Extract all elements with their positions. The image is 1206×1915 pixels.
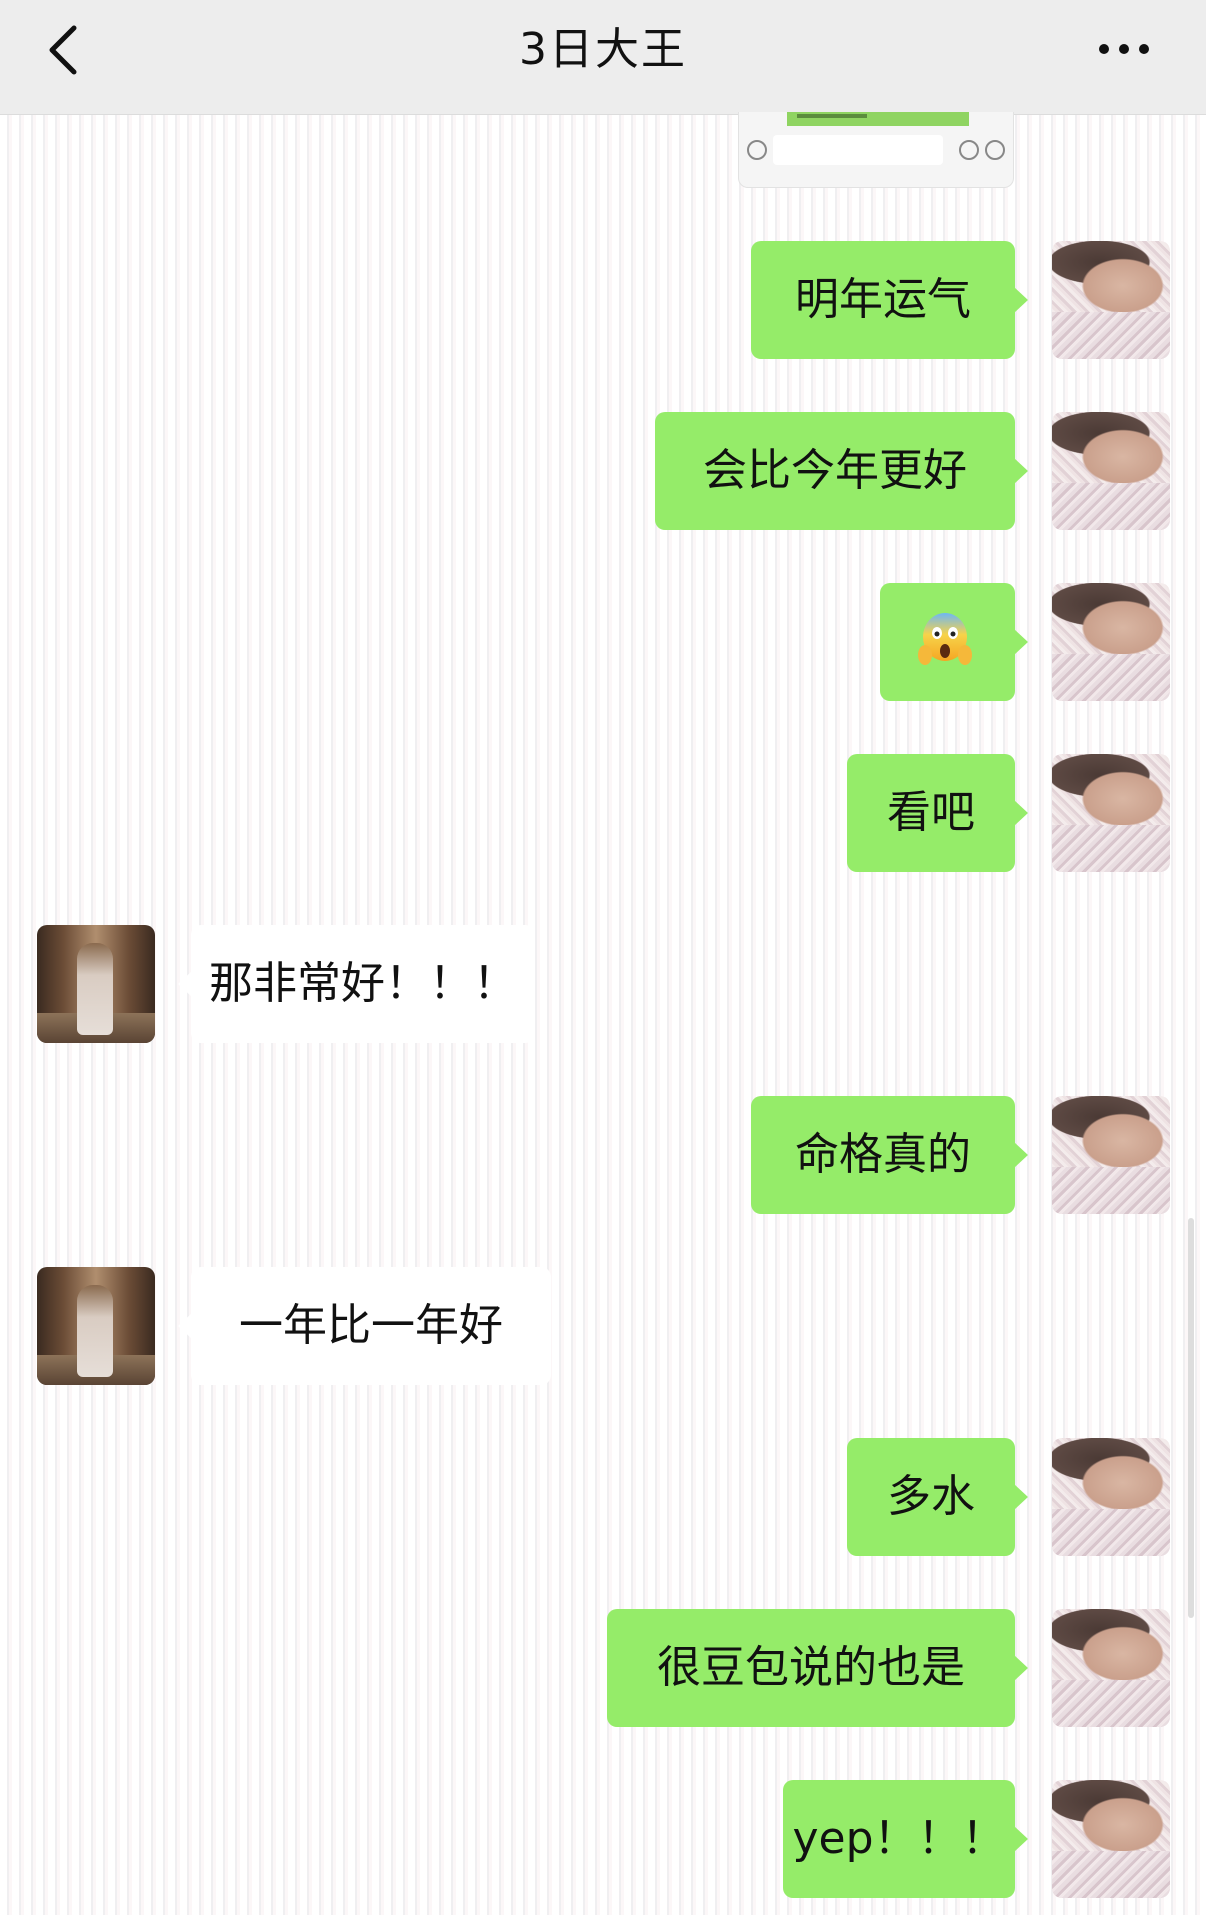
message-bubble[interactable]: yep！！！ (783, 1780, 1028, 1898)
more-dots-icon (1099, 44, 1149, 54)
message-bubble[interactable]: 一年比一年好 (178, 1267, 551, 1385)
message-bubble[interactable]: 命格真的 (751, 1096, 1028, 1214)
my-avatar[interactable] (1052, 241, 1170, 359)
my-avatar[interactable] (1052, 412, 1170, 530)
friend-avatar[interactable] (37, 925, 155, 1043)
plus-icon (985, 140, 1005, 160)
message-bubble[interactable]: 明年运气 (751, 241, 1028, 359)
my-avatar[interactable] (1052, 1096, 1170, 1214)
face-screaming-in-fear-icon (918, 613, 972, 665)
message-bubble[interactable]: 会比今年更好 (655, 412, 1028, 530)
more-button[interactable] (1096, 32, 1156, 66)
chat-title: 3日大王 (519, 24, 687, 75)
my-avatar[interactable] (1052, 1780, 1170, 1898)
message-bubble[interactable]: 看吧 (847, 754, 1028, 872)
nav-bar: 3日大王 (0, 0, 1206, 115)
scrollbar[interactable] (1188, 1218, 1194, 1618)
emoji-message-bubble[interactable] (880, 583, 1028, 701)
message-bubble[interactable]: 很豆包说的也是 (607, 1609, 1028, 1727)
quoted-green-bubble (787, 112, 969, 126)
message-bubble[interactable]: 多水 (847, 1438, 1028, 1556)
my-avatar[interactable] (1052, 583, 1170, 701)
my-avatar[interactable] (1052, 1438, 1170, 1556)
voice-icon (747, 140, 767, 160)
my-avatar[interactable] (1052, 1609, 1170, 1727)
friend-avatar[interactable] (37, 1267, 155, 1385)
quoted-input-bar (773, 135, 943, 165)
message-bubble[interactable]: 那非常好！！！ (178, 925, 535, 1043)
emoji-icon (959, 140, 979, 160)
quoted-screenshot-image[interactable] (738, 112, 1014, 188)
my-avatar[interactable] (1052, 754, 1170, 872)
